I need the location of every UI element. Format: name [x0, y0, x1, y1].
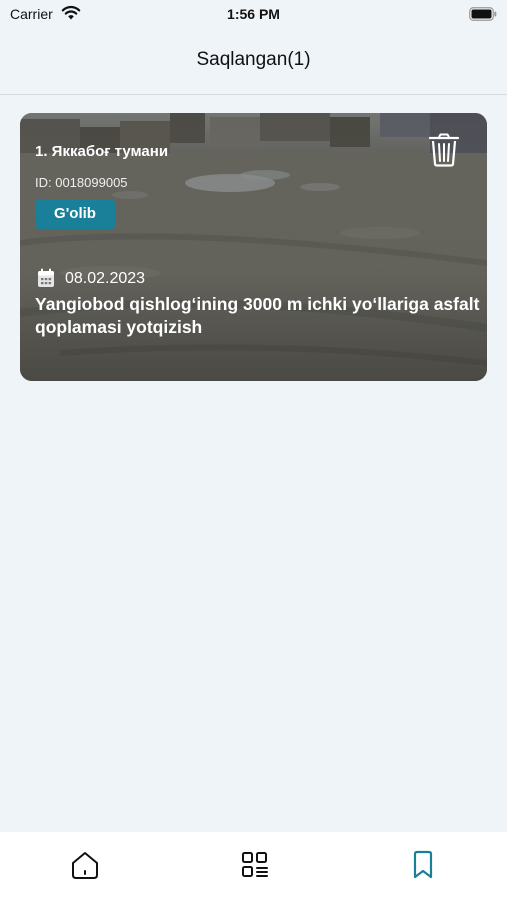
grid-icon[interactable] [240, 850, 270, 880]
home-icon[interactable] [70, 850, 100, 880]
bookmark-icon[interactable] [408, 850, 438, 880]
card-title: Yangiobod qishlog‘ining 3000 m ichki yo‘… [35, 294, 480, 337]
page-header: Saqlangan(1) [0, 28, 507, 95]
card-district: 1. Яккабоғ тумани [35, 143, 169, 160]
card-date: 08.02.2023 [65, 270, 146, 287]
status-badge: G'olib [35, 199, 115, 229]
status-bar: Carrier 1:56 PM [0, 0, 507, 28]
saved-item-card[interactable]: 1. Яккабоғ тумани ID: 0018099005 G'olib … [20, 113, 487, 381]
trash-icon[interactable] [428, 133, 460, 167]
page-title: Saqlangan(1) [196, 49, 311, 70]
bottom-nav [0, 832, 507, 900]
status-time: 1:56 PM [227, 6, 280, 22]
battery-icon [469, 7, 497, 21]
card-id: ID: 0018099005 [35, 175, 128, 190]
calendar-icon [38, 268, 54, 287]
